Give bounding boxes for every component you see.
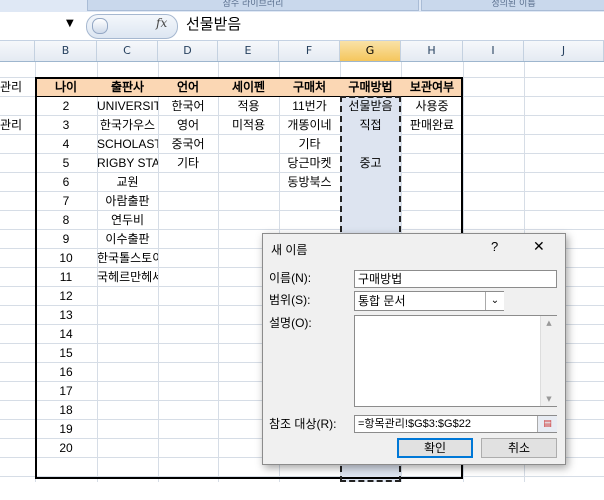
column-header-G[interactable]: G [340,41,401,61]
column-header-I[interactable]: I [463,41,524,61]
name-label: 이름(N): [269,271,312,285]
expand-knob-icon[interactable] [92,18,108,34]
ok-button[interactable]: 확인 [397,438,473,458]
name-input[interactable]: 구매방법 [354,270,557,288]
column-header-C[interactable]: C [97,41,158,61]
cancel-button[interactable]: 취소 [481,438,557,458]
dialog-title: 새 이름 [271,243,308,257]
scope-label: 범위(S): [269,293,311,307]
column-header-J[interactable]: J [524,41,604,61]
ref-input[interactable]: =항목관리!$G$3:$G$22 [354,415,557,433]
column-header-B[interactable]: B [35,41,97,61]
ref-label: 참조 대상(R): [269,417,337,431]
new-name-dialog: 새 이름 ? ✕ 이름(N): 구매방법 범위(S): 통합 문서 ⌄ 설명(O… [262,233,566,465]
comment-scrollbar[interactable]: ▲ ▼ [540,316,557,406]
clipped-cell: 관리 [0,118,23,132]
collapse-dialog-icon[interactable]: ▤ [537,416,557,432]
formula-input[interactable]: 선물받음 [186,14,241,36]
close-icon[interactable]: ✕ [533,238,545,255]
ribbon-group-function-library[interactable]: 참수 라이브러리 [87,0,419,11]
insert-function-icon[interactable]: fx [156,16,167,30]
chevron-down-icon[interactable]: ⌄ [485,292,504,310]
column-header-H[interactable]: H [401,41,463,61]
select-all-corner[interactable] [0,41,35,61]
column-header-E[interactable]: E [218,41,279,61]
ribbon-group-defined-names[interactable]: 정의된 이름 [421,0,604,11]
help-icon[interactable]: ? [491,239,498,254]
chevron-down-icon[interactable]: ▼ [66,18,74,29]
comment-textarea[interactable] [354,315,557,407]
column-header-D[interactable]: D [158,41,218,61]
column-header-F[interactable]: F [279,41,340,61]
comment-label: 설명(O): [269,316,312,330]
scope-select[interactable]: 통합 문서 [354,291,504,311]
clipped-cell: 관리 [0,80,23,94]
